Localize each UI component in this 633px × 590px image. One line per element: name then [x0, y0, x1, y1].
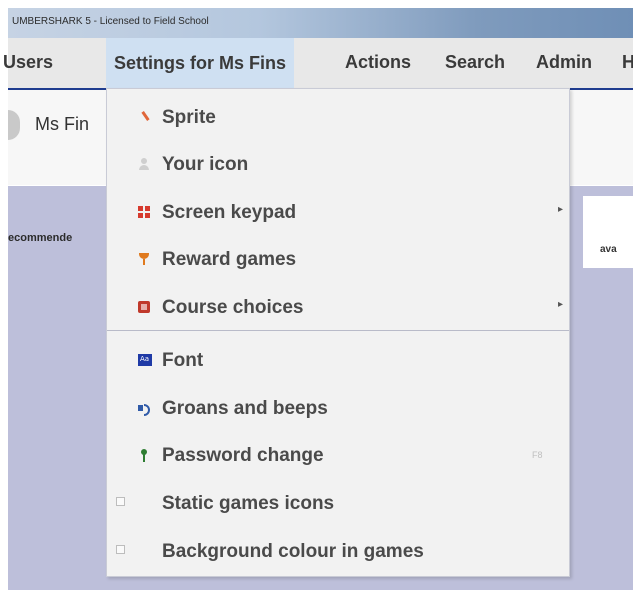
course-icon — [138, 301, 150, 313]
menu-option-label: Password change — [162, 445, 324, 466]
checkbox-background-colour[interactable] — [116, 545, 125, 554]
menu-option-label: Static games icons — [162, 493, 335, 514]
menu-option-label: Course choices — [162, 297, 304, 318]
settings-dropdown-menu: Sprite Your icon Screen keypad ▸ Reward … — [106, 88, 570, 577]
sprite-icon — [138, 111, 153, 123]
menu-option-label: Groans and beeps — [162, 398, 328, 419]
menu-option-label: Font — [162, 350, 204, 371]
menu-bar: Users Settings for Ms Fins Actions Searc… — [3, 38, 633, 90]
menu-option-reward-games[interactable]: Reward games — [107, 237, 569, 281]
font-icon — [138, 354, 152, 366]
menu-option-groans-beeps[interactable]: Groans and beeps — [107, 386, 569, 430]
recommended-label: ecommende — [8, 232, 73, 244]
user-area: Ms Fin — [8, 96, 118, 154]
key-icon — [138, 449, 150, 462]
avatar — [8, 110, 20, 140]
title-bar: UMBERSHARK 5 - Licensed to Field School — [8, 8, 633, 39]
menu-item-help[interactable]: H — [622, 52, 633, 73]
submenu-arrow-icon: ▸ — [558, 204, 564, 215]
user-icon — [138, 158, 150, 170]
menu-item-users[interactable]: Users — [3, 52, 53, 73]
menu-option-font[interactable]: Font — [107, 338, 569, 382]
menu-option-course-choices[interactable]: Course choices ▸ — [107, 285, 569, 329]
right-panel-label: ava — [600, 244, 617, 255]
menu-item-actions[interactable]: Actions — [345, 52, 411, 73]
trophy-icon — [138, 253, 150, 265]
submenu-arrow-icon: ▸ — [558, 299, 564, 310]
menu-item-admin[interactable]: Admin — [536, 52, 592, 73]
menu-option-background-colour[interactable]: Background colour in games — [107, 529, 569, 573]
menu-option-label: Your icon — [162, 154, 249, 175]
checkbox-static-games-icons[interactable] — [116, 497, 125, 506]
menu-item-search[interactable]: Search — [445, 52, 505, 73]
shortcut-hint: F8 — [532, 450, 543, 460]
menu-option-label: Reward games — [162, 249, 297, 270]
window-title: UMBERSHARK 5 - Licensed to Field School — [12, 16, 209, 27]
menu-option-label: Screen keypad — [162, 202, 297, 223]
user-name: Ms Fin — [35, 114, 89, 134]
menu-option-sprite[interactable]: Sprite — [107, 95, 569, 139]
menu-option-screen-keypad[interactable]: Screen keypad ▸ — [107, 190, 569, 234]
menu-option-static-games-icons[interactable]: Static games icons — [107, 481, 569, 525]
keypad-icon — [138, 206, 150, 218]
menu-item-settings[interactable]: Settings for Ms Fins — [106, 38, 295, 88]
menu-option-label: Sprite — [162, 107, 216, 128]
menu-option-password-change[interactable]: Password change F8 — [107, 433, 569, 477]
right-panel[interactable] — [583, 196, 633, 268]
menu-separator — [107, 330, 569, 331]
speaker-icon — [138, 402, 150, 416]
menu-option-your-icon[interactable]: Your icon — [107, 142, 569, 186]
menu-option-label: Background colour in games — [162, 541, 424, 562]
